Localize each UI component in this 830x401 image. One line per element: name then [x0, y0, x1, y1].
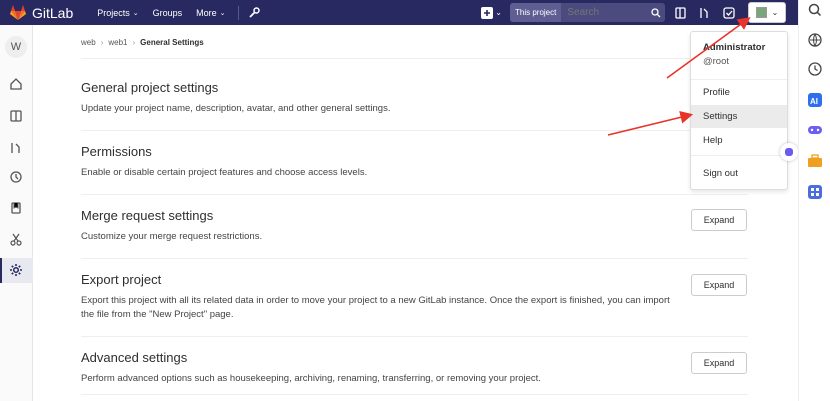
main-content: web › web1 › General Settings General pr…	[33, 25, 798, 401]
gitlab-logo[interactable]: GitLab	[10, 5, 73, 21]
top-navbar: GitLab Projects ⌄ Groups More ⌄ ⌄ This pro…	[0, 0, 798, 25]
expand-advanced-button[interactable]: Expand	[691, 352, 747, 374]
sidebar-item-settings[interactable]	[0, 258, 33, 283]
issues-nav-button[interactable]	[675, 6, 686, 19]
section-description: Export this project with all its related…	[81, 295, 670, 320]
section-title: Permissions	[81, 144, 152, 159]
menu-item-settings[interactable]: Settings	[691, 105, 787, 128]
plus-square-icon	[481, 6, 494, 19]
menu-item-profile[interactable]: Profile	[691, 81, 787, 104]
home-icon[interactable]	[9, 77, 23, 91]
todo-check-icon	[723, 6, 735, 19]
breadcrumb: web › web1 › General Settings	[81, 38, 204, 47]
section-general: General project settings Update your pro…	[81, 80, 748, 116]
apps-grid-icon[interactable]	[807, 184, 823, 200]
assistant-icon	[785, 148, 793, 156]
ci-cd-icon[interactable]	[9, 170, 23, 184]
gitlab-tanuki-icon	[10, 5, 26, 20]
snippets-scissors-icon[interactable]	[9, 232, 23, 246]
nav-projects-label: Projects	[97, 7, 130, 18]
project-sidebar: W	[0, 25, 33, 401]
issues-icon	[675, 6, 686, 19]
nav-divider	[237, 5, 239, 20]
user-handle: @root	[703, 56, 730, 67]
section-permissions: Permissions Enable or disable certain pr…	[81, 144, 748, 180]
menu-item-sign-out[interactable]: Sign out	[691, 162, 787, 185]
search-box[interactable]: This project	[510, 3, 665, 22]
user-dropdown-menu: Administrator @root Profile Settings Hel…	[690, 31, 788, 190]
section-merge-request: Merge request settings Customize your me…	[81, 208, 748, 244]
history-clock-icon[interactable]	[807, 61, 823, 77]
nav-more-label: More	[196, 7, 217, 18]
menu-divider	[691, 155, 787, 156]
project-avatar[interactable]: W	[5, 36, 27, 58]
section-divider	[81, 394, 748, 395]
brand-name: GitLab	[32, 4, 74, 21]
expand-export-button[interactable]: Expand	[691, 274, 747, 296]
expand-merge-request-button[interactable]: Expand	[691, 209, 747, 231]
search-input[interactable]	[567, 7, 648, 18]
section-divider	[81, 130, 748, 131]
section-divider	[81, 336, 748, 337]
section-title: Export project	[81, 272, 162, 287]
search-icon[interactable]	[807, 2, 823, 18]
wiki-book-icon[interactable]	[9, 201, 23, 215]
search-scope-badge[interactable]: This project	[510, 3, 562, 22]
nav-projects[interactable]: Projects ⌄	[97, 8, 138, 18]
user-avatar-image	[755, 7, 767, 18]
chevron-down-icon: ⌄	[771, 8, 779, 17]
menu-item-help[interactable]: Help	[691, 129, 787, 152]
section-description: Enable or disable certain project featur…	[81, 167, 368, 178]
chevron-right-icon: ›	[132, 38, 136, 47]
section-description: Perform advanced options such as houseke…	[81, 373, 541, 384]
user-display-name: Administrator	[703, 42, 766, 53]
admin-wrench-icon[interactable]	[248, 7, 260, 18]
chevron-down-icon: ⌄	[219, 9, 226, 17]
section-advanced: Advanced settings Perform advanced optio…	[81, 350, 748, 386]
chevron-down-icon: ⌄	[495, 8, 502, 17]
merge-request-icon[interactable]	[9, 141, 23, 155]
gear-icon	[10, 264, 22, 276]
user-avatar-button[interactable]: ⌄	[748, 2, 786, 23]
section-description: Update your project name, description, a…	[81, 103, 391, 114]
browser-side-rail: AI	[798, 0, 830, 401]
toolbox-icon[interactable]	[807, 153, 823, 169]
section-title: Merge request settings	[81, 208, 214, 223]
search-icon	[651, 7, 661, 17]
nav-groups[interactable]: Groups	[153, 8, 183, 18]
breadcrumb-current[interactable]: General Settings	[140, 38, 204, 47]
ai-assistant-icon[interactable]: AI	[807, 92, 823, 108]
section-title: General project settings	[81, 80, 219, 95]
nav-more[interactable]: More ⌄	[196, 8, 225, 18]
section-description: Customize your merge request restriction…	[81, 231, 263, 242]
game-controller-icon[interactable]	[807, 122, 823, 138]
translate-icon[interactable]	[807, 32, 823, 48]
breadcrumb-group-link[interactable]: web	[81, 38, 96, 47]
svg-text:AI: AI	[810, 97, 818, 106]
section-divider	[81, 194, 748, 195]
menu-divider	[691, 79, 787, 80]
nav-groups-label: Groups	[152, 7, 183, 18]
todos-nav-button[interactable]	[723, 6, 735, 19]
merge-requests-nav-button[interactable]	[699, 7, 710, 19]
section-divider	[81, 258, 748, 259]
section-export: Export project Export this project with …	[81, 272, 748, 322]
new-item-button[interactable]: ⌄	[481, 6, 502, 19]
merge-request-icon	[700, 7, 708, 18]
breadcrumb-project-link[interactable]: web1	[108, 38, 127, 47]
breadcrumb-divider	[81, 58, 748, 59]
assistant-floating-button[interactable]	[780, 143, 798, 161]
section-title: Advanced settings	[81, 350, 188, 365]
chevron-right-icon: ›	[100, 38, 104, 47]
chevron-down-icon: ⌄	[132, 9, 139, 17]
issues-icon[interactable]	[9, 109, 23, 123]
